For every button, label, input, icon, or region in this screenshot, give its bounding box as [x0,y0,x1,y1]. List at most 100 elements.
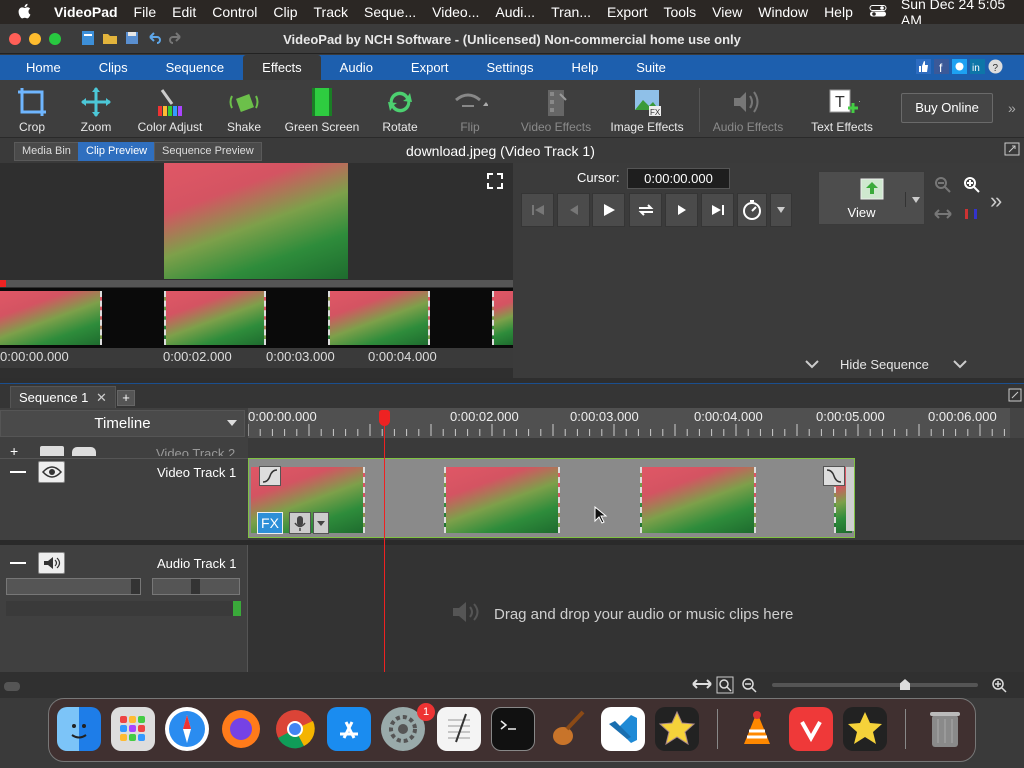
undock-timeline-icon[interactable] [1008,388,1022,407]
menu-file[interactable]: File [126,4,165,20]
safe-area-icon[interactable] [962,206,982,227]
subtab-clip-preview[interactable]: Clip Preview [78,142,156,161]
timeline-scrollbar-vertical[interactable] [1010,408,1024,438]
linkedin-icon[interactable]: in [970,59,985,79]
chrome-icon[interactable] [273,707,317,751]
firefox-icon[interactable] [219,707,263,751]
subtab-sequence-preview[interactable]: Sequence Preview [154,142,262,161]
menu-edit[interactable]: Edit [164,4,204,20]
collapse-track-button[interactable] [10,471,26,473]
text-effects-button[interactable]: T Text Effects [806,84,878,138]
subtab-media-bin[interactable]: Media Bin [14,142,79,161]
track-visibility-eye-icon[interactable] [38,461,65,483]
volume-slider[interactable] [6,578,141,595]
tab-suite[interactable]: Suite [617,55,685,80]
collapse-audio-track-button[interactable] [10,562,26,564]
twitter-icon[interactable] [952,59,967,79]
timeline-mode-dropdown[interactable]: Timeline [0,410,245,437]
play-button[interactable] [592,193,625,227]
go-to-start-button[interactable] [521,193,554,227]
zoom-in-icon[interactable] [963,176,981,199]
fade-out-icon[interactable] [823,466,845,486]
terminal-icon[interactable] [491,707,535,751]
safari-icon[interactable] [165,707,209,751]
video-clip[interactable]: FX [248,458,855,538]
microphone-icon[interactable] [289,512,311,534]
menu-tools[interactable]: Tools [655,4,704,20]
control-center-icon[interactable] [861,4,893,20]
add-sequence-button[interactable]: + [117,390,135,406]
tab-clips[interactable]: Clips [80,55,147,80]
menu-clip[interactable]: Clip [265,4,305,20]
launchpad-icon[interactable] [111,707,155,751]
playhead-handle[interactable] [379,410,390,426]
zoom-slider-thumb[interactable] [900,679,910,690]
close-tab-icon[interactable]: ✕ [96,390,107,405]
shake-button[interactable]: Shake [222,84,266,138]
playback-options-dropdown[interactable] [770,193,792,227]
timeline-ruler[interactable]: 0:00:00.000 0:00:02.000 0:00:03.000 0:00… [248,408,1010,438]
tab-export[interactable]: Export [392,55,468,80]
menu-transition[interactable]: Tran... [543,4,599,20]
flip-button[interactable]: Flip [444,84,496,138]
imovie-star-icon[interactable] [655,707,699,751]
menu-control[interactable]: Control [204,4,265,20]
rotate-button[interactable]: Rotate [376,84,424,138]
fullscreen-icon[interactable] [486,172,504,195]
view-dropdown-arrow[interactable] [905,192,921,207]
track-2-visibility-icon[interactable] [40,446,64,456]
playback-speed-button[interactable] [737,193,767,227]
sequence-tab[interactable]: Sequence 1 ✕ [10,386,116,408]
audio-effects-button[interactable]: Audio Effects [708,84,788,138]
zoom-fit-icon[interactable] [716,676,734,699]
fit-width-icon[interactable] [934,207,952,226]
buy-online-button[interactable]: Buy Online [901,93,993,123]
loop-button[interactable] [629,193,662,227]
fit-timeline-icon[interactable] [692,676,712,697]
mic-dropdown-arrow[interactable] [313,512,329,534]
pan-slider[interactable] [152,578,240,595]
textedit-icon[interactable] [437,707,481,751]
speaker-icon[interactable] [38,552,65,574]
apple-icon[interactable] [0,3,46,22]
menu-app-name[interactable]: VideoPad [46,4,126,20]
clip-scrub-bar[interactable] [0,280,513,287]
menu-video[interactable]: Video... [424,4,487,20]
green-screen-button[interactable]: Green Screen [282,84,362,138]
tab-effects[interactable]: Effects [243,55,321,80]
track-2-people-icon[interactable] [72,447,96,456]
like-icon[interactable] [916,59,931,79]
volume-slider-thumb[interactable] [131,579,140,594]
menu-track[interactable]: Track [306,4,356,20]
menu-export[interactable]: Export [599,4,655,20]
menu-view[interactable]: View [704,4,750,20]
facebook-icon[interactable]: f [934,59,949,79]
app-store-icon[interactable] [327,707,371,751]
previous-frame-button[interactable] [557,193,590,227]
vlc-icon[interactable] [735,707,779,751]
detach-preview-icon[interactable] [1004,142,1020,161]
timeline-zoom-slider[interactable] [772,679,978,690]
clip-fx-badge[interactable]: FX [257,512,283,534]
fade-in-icon[interactable] [259,466,281,486]
menu-sequence[interactable]: Seque... [356,4,424,20]
expand-panel-icon[interactable]: » [990,188,1002,214]
tab-home[interactable]: Home [0,55,80,80]
cursor-time-field[interactable]: 0:00:00.000 [627,168,730,189]
zoom-button[interactable]: Zoom [72,84,120,138]
hide-sequence-button[interactable]: Hide Sequence [795,355,975,375]
timeline-zoom-out-icon[interactable] [740,676,758,699]
toolbar-overflow-icon[interactable]: » [1008,100,1016,116]
timeline-zoom-in-icon[interactable] [990,676,1008,699]
tab-sequence[interactable]: Sequence [147,55,244,80]
finder-icon[interactable] [57,707,101,751]
color-adjust-button[interactable]: Color Adjust [134,84,206,138]
audio-drop-hint[interactable]: Drag and drop your audio or music clips … [450,601,793,627]
favorite-star-icon[interactable] [843,707,887,751]
tab-help[interactable]: Help [552,55,617,80]
go-to-end-button[interactable] [701,193,734,227]
menu-help[interactable]: Help [816,4,861,20]
pan-slider-thumb[interactable] [191,579,200,594]
horizontal-scrollbar[interactable] [4,682,20,691]
menu-audio[interactable]: Audi... [487,4,543,20]
